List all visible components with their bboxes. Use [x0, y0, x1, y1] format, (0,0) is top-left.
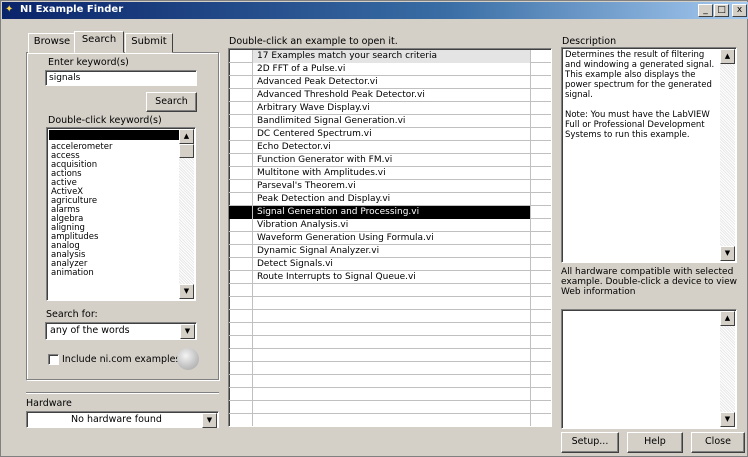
search-button[interactable]: Search [146, 92, 197, 112]
example-name: Parseval's Theorem.vi [253, 180, 531, 193]
example-name: Advanced Threshold Peak Detector.vi [253, 89, 531, 102]
example-name: Bandlimited Signal Generation.vi [253, 115, 531, 128]
empty-row[interactable] [229, 349, 551, 362]
globe-icon [177, 348, 199, 370]
example-name: Peak Detection and Display.vi [253, 193, 531, 206]
example-row[interactable]: Function Generator with FM.vi [229, 154, 551, 167]
example-name: Multitone with Amplitudes.vi [253, 167, 531, 180]
empty-row[interactable] [229, 297, 551, 310]
empty-row[interactable] [229, 362, 551, 375]
keyword-input[interactable]: signals [45, 70, 197, 86]
empty-row[interactable] [229, 414, 551, 426]
hardware-label: Hardware [26, 398, 72, 409]
example-name: Signal Generation and Processing.vi [253, 206, 531, 219]
hardware-select[interactable]: No hardware found ▼ [26, 411, 219, 428]
hardware-info-text: All hardware compatible with selected ex… [561, 267, 737, 297]
example-row[interactable]: Echo Detector.vi [229, 141, 551, 154]
example-name: Vibration Analysis.vi [253, 219, 531, 232]
example-row[interactable]: Parseval's Theorem.vi [229, 180, 551, 193]
example-row[interactable]: 2D FFT of a Pulse.vi [229, 63, 551, 76]
chevron-down-icon[interactable]: ▼ [202, 413, 217, 428]
example-name: Dynamic Signal Analyzer.vi [253, 245, 531, 258]
example-name: Function Generator with FM.vi [253, 154, 531, 167]
examples-instruction: Double-click an example to open it. [229, 36, 398, 47]
example-row[interactable]: Vibration Analysis.vi [229, 219, 551, 232]
description-label: Description [562, 36, 617, 47]
example-row[interactable]: Advanced Peak Detector.vi [229, 76, 551, 89]
example-row[interactable]: DC Centered Spectrum.vi [229, 128, 551, 141]
example-row[interactable]: Dynamic Signal Analyzer.vi [229, 245, 551, 258]
keyword-scrollbar[interactable]: ▲ ▼ [179, 129, 194, 299]
scroll-down-icon[interactable]: ▼ [720, 246, 735, 261]
close-window-button[interactable]: x [732, 4, 747, 17]
include-ni-checkbox[interactable] [48, 354, 59, 365]
empty-row[interactable] [229, 388, 551, 401]
scroll-up-icon[interactable]: ▲ [720, 311, 735, 326]
scroll-thumb[interactable] [179, 144, 194, 158]
empty-row[interactable] [229, 401, 551, 414]
example-row[interactable]: Advanced Threshold Peak Detector.vi [229, 89, 551, 102]
scroll-up-icon[interactable]: ▲ [179, 129, 194, 144]
empty-row[interactable] [229, 284, 551, 297]
minimize-button[interactable]: _ [698, 4, 713, 17]
examples-count: 17 Examples match your search criteria [253, 50, 531, 63]
setup-button[interactable]: Setup... [561, 432, 619, 453]
description-scrollbar[interactable]: ▲ ▼ [720, 49, 735, 261]
example-name: 2D FFT of a Pulse.vi [253, 63, 531, 76]
example-name: Route Interrupts to Signal Queue.vi [253, 271, 531, 284]
example-finder-window: ✦ NI Example Finder _ □ x Browse Search … [0, 0, 748, 457]
empty-row[interactable] [229, 310, 551, 323]
chevron-down-icon[interactable]: ▼ [180, 324, 195, 339]
double-click-keyword-label: Double-click keyword(s) [48, 115, 162, 126]
tab-submit[interactable]: Submit [125, 33, 173, 53]
example-name: Arbitrary Wave Display.vi [253, 102, 531, 115]
example-row[interactable]: Waveform Generation Using Formula.vi [229, 232, 551, 245]
hardware-value: No hardware found [71, 414, 162, 425]
tab-search[interactable]: Search [74, 31, 124, 53]
examples-header-row: 17 Examples match your search criteria [229, 50, 551, 63]
example-name: DC Centered Spectrum.vi [253, 128, 531, 141]
search-for-value: any of the words [50, 325, 130, 336]
example-row[interactable]: Route Interrupts to Signal Queue.vi [229, 271, 551, 284]
hardware-list[interactable] [561, 309, 737, 429]
include-ni-label: Include ni.com examples [62, 354, 181, 365]
example-row[interactable]: Bandlimited Signal Generation.vi [229, 115, 551, 128]
scroll-down-icon[interactable]: ▼ [179, 284, 194, 299]
help-button[interactable]: Help [627, 432, 683, 453]
keyword-item[interactable]: animation [47, 269, 179, 278]
maximize-button[interactable]: □ [714, 4, 729, 17]
empty-row[interactable] [229, 336, 551, 349]
example-name: Detect Signals.vi [253, 258, 531, 271]
keyword-list[interactable]: accelerometer access acquisition actions act… [46, 127, 196, 301]
scroll-down-icon[interactable]: ▼ [720, 412, 735, 427]
example-name: Waveform Generation Using Formula.vi [253, 232, 531, 245]
keyword-selection[interactable] [49, 130, 179, 140]
example-row[interactable]: Arbitrary Wave Display.vi [229, 102, 551, 115]
empty-row[interactable] [229, 375, 551, 388]
empty-row[interactable] [229, 323, 551, 336]
hardware-scrollbar[interactable]: ▲ ▼ [720, 311, 735, 427]
search-for-label: Search for: [46, 309, 98, 320]
scroll-up-icon[interactable]: ▲ [720, 49, 735, 64]
tab-browse[interactable]: Browse [28, 33, 76, 53]
close-button[interactable]: Close [691, 432, 745, 453]
example-row[interactable]: Multitone with Amplitudes.vi [229, 167, 551, 180]
examples-table[interactable]: 17 Examples match your search criteria 2… [228, 48, 552, 427]
example-row[interactable]: Detect Signals.vi [229, 258, 551, 271]
description-text: Determines the result of filtering and w… [561, 47, 737, 263]
hardware-divider [26, 392, 219, 393]
example-name: Echo Detector.vi [253, 141, 531, 154]
search-for-select[interactable]: any of the words ▼ [45, 322, 197, 340]
keyword-label: Enter keyword(s) [48, 57, 129, 68]
example-row[interactable]: Signal Generation and Processing.vi [229, 206, 551, 219]
window-title: NI Example Finder [20, 4, 124, 15]
example-row[interactable]: Peak Detection and Display.vi [229, 193, 551, 206]
ni-icon: ✦ [5, 4, 14, 15]
example-name: Advanced Peak Detector.vi [253, 76, 531, 89]
title-bar[interactable]: ✦ NI Example Finder _ □ x [2, 2, 748, 19]
